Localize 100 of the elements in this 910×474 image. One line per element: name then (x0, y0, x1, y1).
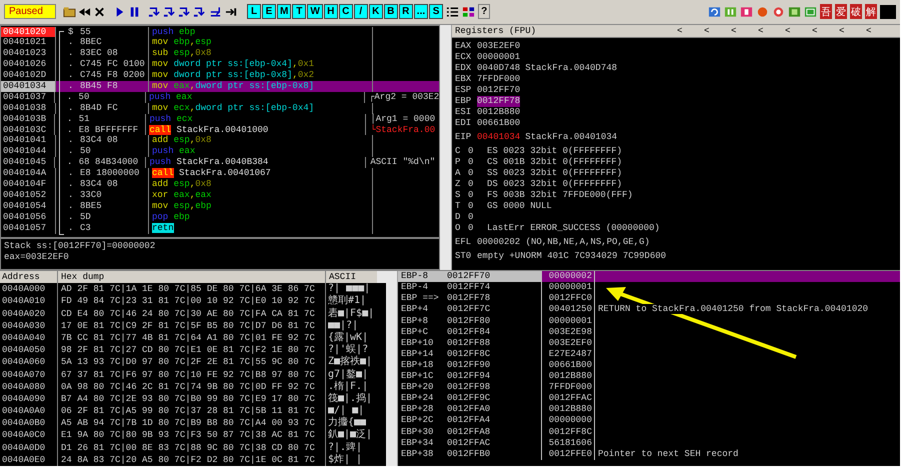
disassembly-row[interactable]: 00401057 . C3 retn (1, 222, 439, 234)
window-button[interactable]: S (429, 4, 444, 20)
stack-row[interactable]: EBP+30 0012FFA8 0012FF8C (398, 426, 900, 438)
register-value[interactable]: 0012FF70 (477, 84, 520, 96)
register-value[interactable]: 0040D748 (477, 62, 520, 74)
flag-value[interactable]: 0 (468, 222, 482, 234)
flag-value[interactable]: 0 (468, 178, 482, 190)
window-button[interactable]: W (307, 4, 323, 20)
window-button[interactable]: H (324, 4, 338, 20)
window-button[interactable]: M (277, 4, 292, 20)
return-icon[interactable] (209, 6, 222, 18)
stack-row[interactable]: EBP+18 0012FF90 00661B00 (398, 360, 900, 372)
stack-row[interactable]: EBP+1C 0012FF94 0012B880 (398, 371, 900, 382)
disassembly-row[interactable]: 00401038 . 8B4D FC mov ecx,dword ptr ss:[ebp-0x4] (1, 102, 439, 114)
toolbar-button[interactable]: 解 (865, 4, 877, 20)
help-button[interactable]: ? (478, 4, 490, 20)
window-button[interactable]: B (384, 4, 398, 20)
toolbar-button[interactable]: 爱 (835, 4, 847, 20)
scrollbar[interactable] (386, 271, 398, 466)
disassembly-row[interactable]: 00401021 . 8BEC mov ebp,esp (1, 37, 439, 48)
disassembly-row[interactable]: 00401052 . 33C0 xor eax,eax (1, 190, 439, 201)
circle-icon[interactable] (756, 6, 769, 18)
stack-row[interactable]: EBP+4 0012FF7C 00401250 RETURN to StackFra.00401250 from StackFra.00401020 (398, 304, 900, 316)
register-value[interactable]: 00401034 (477, 132, 520, 143)
toolbar-button[interactable]: 吾 (820, 4, 832, 20)
column-arrow[interactable]: < (677, 26, 704, 36)
column-header[interactable]: Hex dump (58, 271, 326, 284)
window-button[interactable]: E (262, 4, 276, 20)
window-button[interactable]: T (292, 4, 306, 20)
trace-icon[interactable] (225, 6, 238, 18)
toolbar-button[interactable]: 破 (850, 4, 862, 20)
register-value[interactable]: 0012B880 (477, 106, 520, 118)
stack-row[interactable]: EBP-4 0012FF74 00000001 (398, 282, 900, 294)
pause-icon[interactable] (128, 6, 141, 18)
folder-icon[interactable] (63, 6, 76, 18)
target-icon[interactable] (772, 6, 785, 18)
scrollbar[interactable] (377, 271, 386, 284)
disassembly-row[interactable]: 00401041 . 83C4 08 add esp,0x8 (1, 135, 439, 146)
flag-value[interactable]: 0 (468, 212, 482, 223)
stack-row[interactable]: EBP+14 0012FF8C E27E2487 (398, 348, 900, 360)
window-button[interactable]: K (368, 4, 383, 20)
marker-icon[interactable] (740, 6, 753, 18)
swatch-icon[interactable] (880, 4, 896, 19)
window-button[interactable]: R (398, 4, 413, 20)
register-value[interactable]: 0012FF78 (477, 96, 520, 107)
flag-value[interactable]: 0 (468, 156, 482, 168)
disassembly-row[interactable]: 00401044 . 50 push eax (1, 146, 439, 158)
column-arrow[interactable]: < (704, 26, 731, 36)
register-value[interactable]: 00000202 (NO,NB,NE,A,NS,PO,GE,G) (477, 236, 650, 248)
disassembly-row[interactable]: 00401037 . 50 push eax ┌Arg2 = 003E2 (1, 92, 439, 103)
rewind-icon[interactable] (78, 6, 91, 18)
stack-row[interactable]: EBP+8 0012FF80 00000001 (398, 316, 900, 327)
stack-row[interactable]: EBP ==> 0012FF78 0012FFC0 (398, 293, 900, 304)
column-header[interactable]: Address (0, 271, 58, 284)
scrollbar[interactable] (440, 24, 452, 270)
disassembly-row[interactable]: 00401023 . 83EC 08 sub esp,0x8 (1, 48, 439, 60)
column-arrow[interactable]: < (866, 26, 893, 36)
flag-value[interactable]: 0 (468, 200, 482, 212)
chip-icon[interactable] (804, 6, 817, 18)
column-header[interactable]: ASCII (326, 271, 377, 284)
list-icon[interactable] (446, 6, 460, 18)
stack-row[interactable]: EBP+34 0012FFAC 56181606 (398, 438, 900, 449)
close-icon[interactable] (93, 6, 106, 18)
register-value[interactable]: 00000001 (477, 52, 520, 63)
stack-row[interactable]: EBP+2C 0012FFA4 00000000 (398, 415, 900, 426)
column-arrow[interactable]: < (758, 26, 785, 36)
step-icon[interactable] (148, 6, 161, 18)
disassembly-row[interactable]: 0040104F . 83C4 08 add esp,0x8 (1, 179, 439, 190)
stack-row[interactable]: EBP+10 0012FF88 003E2EF0 (398, 338, 900, 349)
disassembly-row[interactable]: 00401034 . 8B45 F8 mov eax,dword ptr ss:[ebp-0x8] (1, 81, 439, 92)
window-button[interactable]: C (338, 4, 353, 20)
disassembly-row[interactable]: 0040104A . E8 18000000 call StackFra.00401067 (1, 168, 439, 180)
window-button[interactable]: / (354, 4, 368, 20)
flag-value[interactable]: 0 (468, 190, 482, 201)
register-value[interactable]: 00661B00 (477, 118, 520, 129)
stack-row[interactable]: EBP+28 0012FFA0 0012B880 (398, 404, 900, 416)
stack-row[interactable]: EBP+38 0012FFB0 0012FFE0 Pointer to next SEH record (398, 448, 900, 460)
register-value[interactable]: 7FFDF000 (477, 74, 520, 85)
disassembly-row[interactable]: 0040103C . E8 BFFFFFFF call StackFra.00401000 └StackFra.00 (1, 124, 439, 136)
disassembly-row[interactable]: 00401026 . C745 FC 0100 mov dword ptr ss:[ebp-0x4],0x1 (1, 59, 439, 70)
chip-icon[interactable] (788, 6, 801, 18)
refresh-icon[interactable] (708, 6, 721, 18)
disassembly-row[interactable]: 00401020 $ 55 push ebp (1, 26, 439, 38)
window-button[interactable]: L (247, 4, 261, 20)
column-arrow[interactable]: < (812, 26, 839, 36)
column-arrow[interactable]: < (839, 26, 866, 36)
disassembly-row[interactable]: 00401054 . 8BE5 mov esp,ebp (1, 200, 439, 212)
column-arrow[interactable]: < (731, 26, 758, 36)
step-icon[interactable] (178, 6, 191, 18)
step-icon[interactable] (163, 6, 176, 18)
stack-row[interactable]: EBP+C 0012FF84 003E2E98 (398, 326, 900, 338)
flag-value[interactable]: 0 (468, 168, 482, 179)
register-value[interactable]: empty +UNORM 401C 7C934029 7C99D600 (477, 250, 666, 262)
flag-value[interactable]: 0 (468, 146, 482, 157)
step-icon[interactable] (193, 6, 206, 18)
stack-row[interactable]: EBP+20 0012FF98 7FFDF000 (398, 382, 900, 394)
stack-row[interactable]: EBP+24 0012FF9C 0012FFAC (398, 393, 900, 404)
grid-icon[interactable] (462, 6, 476, 18)
window-button[interactable]: ... (414, 4, 428, 20)
column-arrow[interactable]: < (785, 26, 812, 36)
